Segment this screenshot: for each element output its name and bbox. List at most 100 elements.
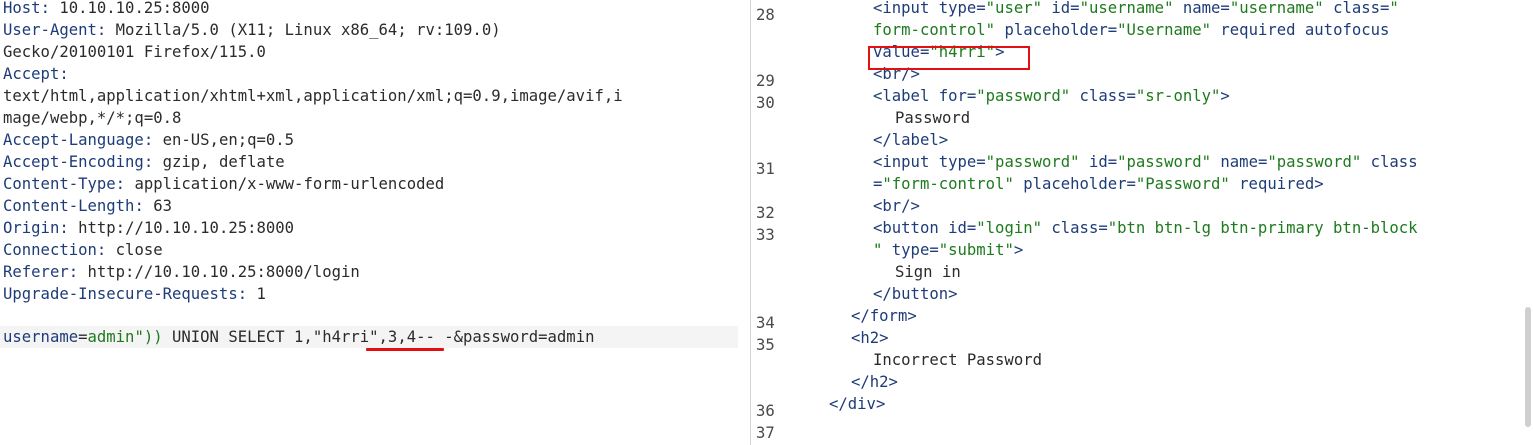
attr-name: type= <box>938 153 986 171</box>
attr-value: "Password" <box>1135 175 1230 193</box>
attr-name: = <box>873 175 883 193</box>
tag: </div> <box>829 395 886 413</box>
header-value: mage/webp,*/*;q=0.8 <box>3 109 182 127</box>
header-key: Origin <box>3 219 60 237</box>
line-number: 33 <box>756 226 775 244</box>
header-key: Content-Type <box>3 175 116 193</box>
attr-value: "password" <box>1117 153 1212 171</box>
body-param-name: username <box>3 328 79 346</box>
code-line: Password <box>795 107 1525 129</box>
header-line: Accept-Language: en-US,en;q=0.5 <box>3 129 748 151</box>
header-key: Content-Length <box>3 197 135 215</box>
header-sep: : <box>237 285 257 303</box>
attr-value: "form-control" <box>882 175 1014 193</box>
header-value: application/x-www-form-urlencoded <box>134 175 445 193</box>
red-underline-annotation <box>366 348 444 351</box>
attr-value: "user" <box>985 0 1043 17</box>
attr-name: id= <box>1079 153 1118 171</box>
header-value: Gecko/20100101 Firefox/115.0 <box>3 43 266 61</box>
header-line: mage/webp,*/*;q=0.8 <box>3 107 748 129</box>
response-scrollbar[interactable] <box>1525 307 1531 427</box>
body-param-eq: = <box>78 328 88 346</box>
header-sep: : <box>96 21 116 39</box>
tag-close: > <box>1013 241 1024 259</box>
code-line: ="form-control" placeholder="Password" r… <box>795 173 1525 195</box>
header-value: gzip, deflate <box>162 153 285 171</box>
tag: </button> <box>873 285 958 303</box>
attr-value: "username" <box>1079 0 1174 17</box>
header-line: Content-Length: 63 <box>3 195 748 217</box>
attr-name: placeholder= <box>1013 175 1136 193</box>
header-key: User-Agent <box>3 21 97 39</box>
line-number: 31 <box>756 160 775 178</box>
header-key: Accept-Language <box>3 131 144 149</box>
line-number: 29 <box>756 72 775 90</box>
attr-name: for= <box>938 87 977 105</box>
attr-name: class= <box>1042 219 1108 237</box>
red-box-annotation <box>868 46 1030 70</box>
tag-close: > <box>1314 175 1324 193</box>
tag: </h2> <box>851 373 898 391</box>
header-line: Connection: close <box>3 239 748 261</box>
header-value: en-US,en;q=0.5 <box>162 131 295 149</box>
header-sep: : <box>59 65 69 83</box>
code-line: </div> <box>795 393 1525 415</box>
header-value: http://10.10.10.25:8000/login <box>87 263 360 281</box>
code-line: <br/> <box>795 195 1525 217</box>
tag-close: > <box>1220 87 1230 105</box>
attr-name: id= <box>948 219 977 237</box>
line-number-gutter: 28 29 30 31 32 33 34 35 36 37 <box>751 0 785 445</box>
code-line: </h2> <box>795 371 1525 393</box>
code-line: Incorrect Password <box>795 349 1525 371</box>
attr-name: name= <box>1211 153 1268 171</box>
header-line: Host: 10.10.10.25:8000 <box>3 0 748 19</box>
header-sep: : <box>59 219 79 237</box>
attr-name: type= <box>938 0 986 17</box>
line-number: 34 <box>756 314 775 332</box>
code-line: <h2> <box>795 327 1525 349</box>
tag-open: <input <box>873 0 939 17</box>
code-line: form-control" placeholder="Username" req… <box>795 19 1525 41</box>
header-value: http://10.10.10.25:8000 <box>78 219 295 237</box>
header-line: text/html,application/xhtml+xml,applicat… <box>3 85 748 107</box>
attr-name: class= <box>1070 87 1136 105</box>
request-editor[interactable]: Host: 10.10.10.25:8000 User-Agent: Mozil… <box>0 0 750 445</box>
attr-name: name= <box>1173 0 1230 17</box>
header-key: Referer <box>3 263 69 281</box>
header-sep: : <box>134 197 154 215</box>
tag: <br/> <box>873 197 920 215</box>
header-value: 1 <box>256 285 266 303</box>
line-number: 35 <box>756 336 775 354</box>
request-body[interactable]: username=admin")) UNION SELECT 1,"h4rri"… <box>3 326 594 348</box>
text-node: Password <box>895 109 971 127</box>
tag: <h2> <box>851 329 889 347</box>
header-line: Upgrade-Insecure-Requests: 1 <box>3 283 748 305</box>
code-line: <input type="password" id="password" nam… <box>795 151 1525 173</box>
header-sep: : <box>115 175 135 193</box>
tag: </form> <box>851 307 917 325</box>
tag-open: <input <box>873 153 939 171</box>
tag-open: <button <box>873 219 949 237</box>
code-line: </button> <box>795 283 1525 305</box>
line-number: 30 <box>756 94 775 112</box>
header-line: Gecko/20100101 Firefox/115.0 <box>3 41 748 63</box>
response-editor[interactable]: 28 29 30 31 32 33 34 35 36 37 <input typ… <box>751 0 1533 445</box>
text-node: Sign in <box>895 263 961 281</box>
header-value: text/html,application/xhtml+xml,applicat… <box>3 87 623 105</box>
body-param-value: admin")) <box>87 328 163 346</box>
header-line: Accept: <box>3 63 748 85</box>
request-headers: Host: 10.10.10.25:8000 User-Agent: Mozil… <box>3 0 748 305</box>
code-line: </label> <box>795 129 1525 151</box>
attr-value: "btn btn-lg btn-primary btn-block <box>1107 219 1418 237</box>
header-key: Accept <box>3 65 60 83</box>
text-node: Incorrect Password <box>873 351 1042 369</box>
attr-name: class <box>1361 153 1418 171</box>
header-line: Accept-Encoding: gzip, deflate <box>3 151 748 173</box>
header-sep: : <box>40 0 60 17</box>
attr-name: class= <box>1323 0 1390 17</box>
line-number: 37 <box>756 424 775 442</box>
request-body-line[interactable]: username=admin")) UNION SELECT 1,"h4rri"… <box>0 326 738 348</box>
header-line: Content-Type: application/x-www-form-url… <box>3 173 748 195</box>
tag-open: <label <box>873 87 939 105</box>
line-number: 28 <box>756 6 775 24</box>
